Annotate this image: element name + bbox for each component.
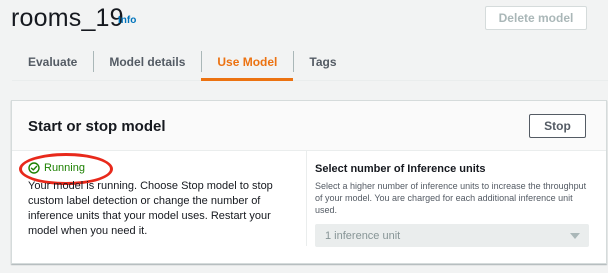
page-title: rooms_19 <box>11 4 124 32</box>
delete-model-button[interactable]: Delete model <box>485 6 587 30</box>
inference-units-select[interactable]: 1 inference unit <box>315 224 589 247</box>
inference-units-value: 1 inference unit <box>325 229 401 242</box>
tab-bar: Evaluate Model details Use Model Tags <box>12 43 608 81</box>
status-label: Running <box>44 162 85 174</box>
tab-use-model[interactable]: Use Model <box>201 43 294 81</box>
panel-title: Start or stop model <box>28 118 166 135</box>
status-description: Your model is running. Choose Stop model… <box>28 180 273 237</box>
info-link[interactable]: Info <box>118 15 136 26</box>
stop-button[interactable]: Stop <box>529 114 586 138</box>
panel-header: Start or stop model Stop <box>12 101 606 151</box>
inference-units-label: Select number of Inference units <box>315 163 486 175</box>
tab-model-details[interactable]: Model details <box>93 43 201 80</box>
check-circle-icon <box>28 162 40 174</box>
inference-units-description: Select a higher number of inference unit… <box>315 181 587 215</box>
tab-evaluate[interactable]: Evaluate <box>12 43 93 80</box>
status-indicator: Running <box>28 162 85 174</box>
column-divider <box>306 150 307 246</box>
tab-tags[interactable]: Tags <box>293 43 352 80</box>
start-stop-model-panel: Start or stop model Stop Running Your mo… <box>11 100 607 264</box>
caret-down-icon <box>570 233 580 239</box>
